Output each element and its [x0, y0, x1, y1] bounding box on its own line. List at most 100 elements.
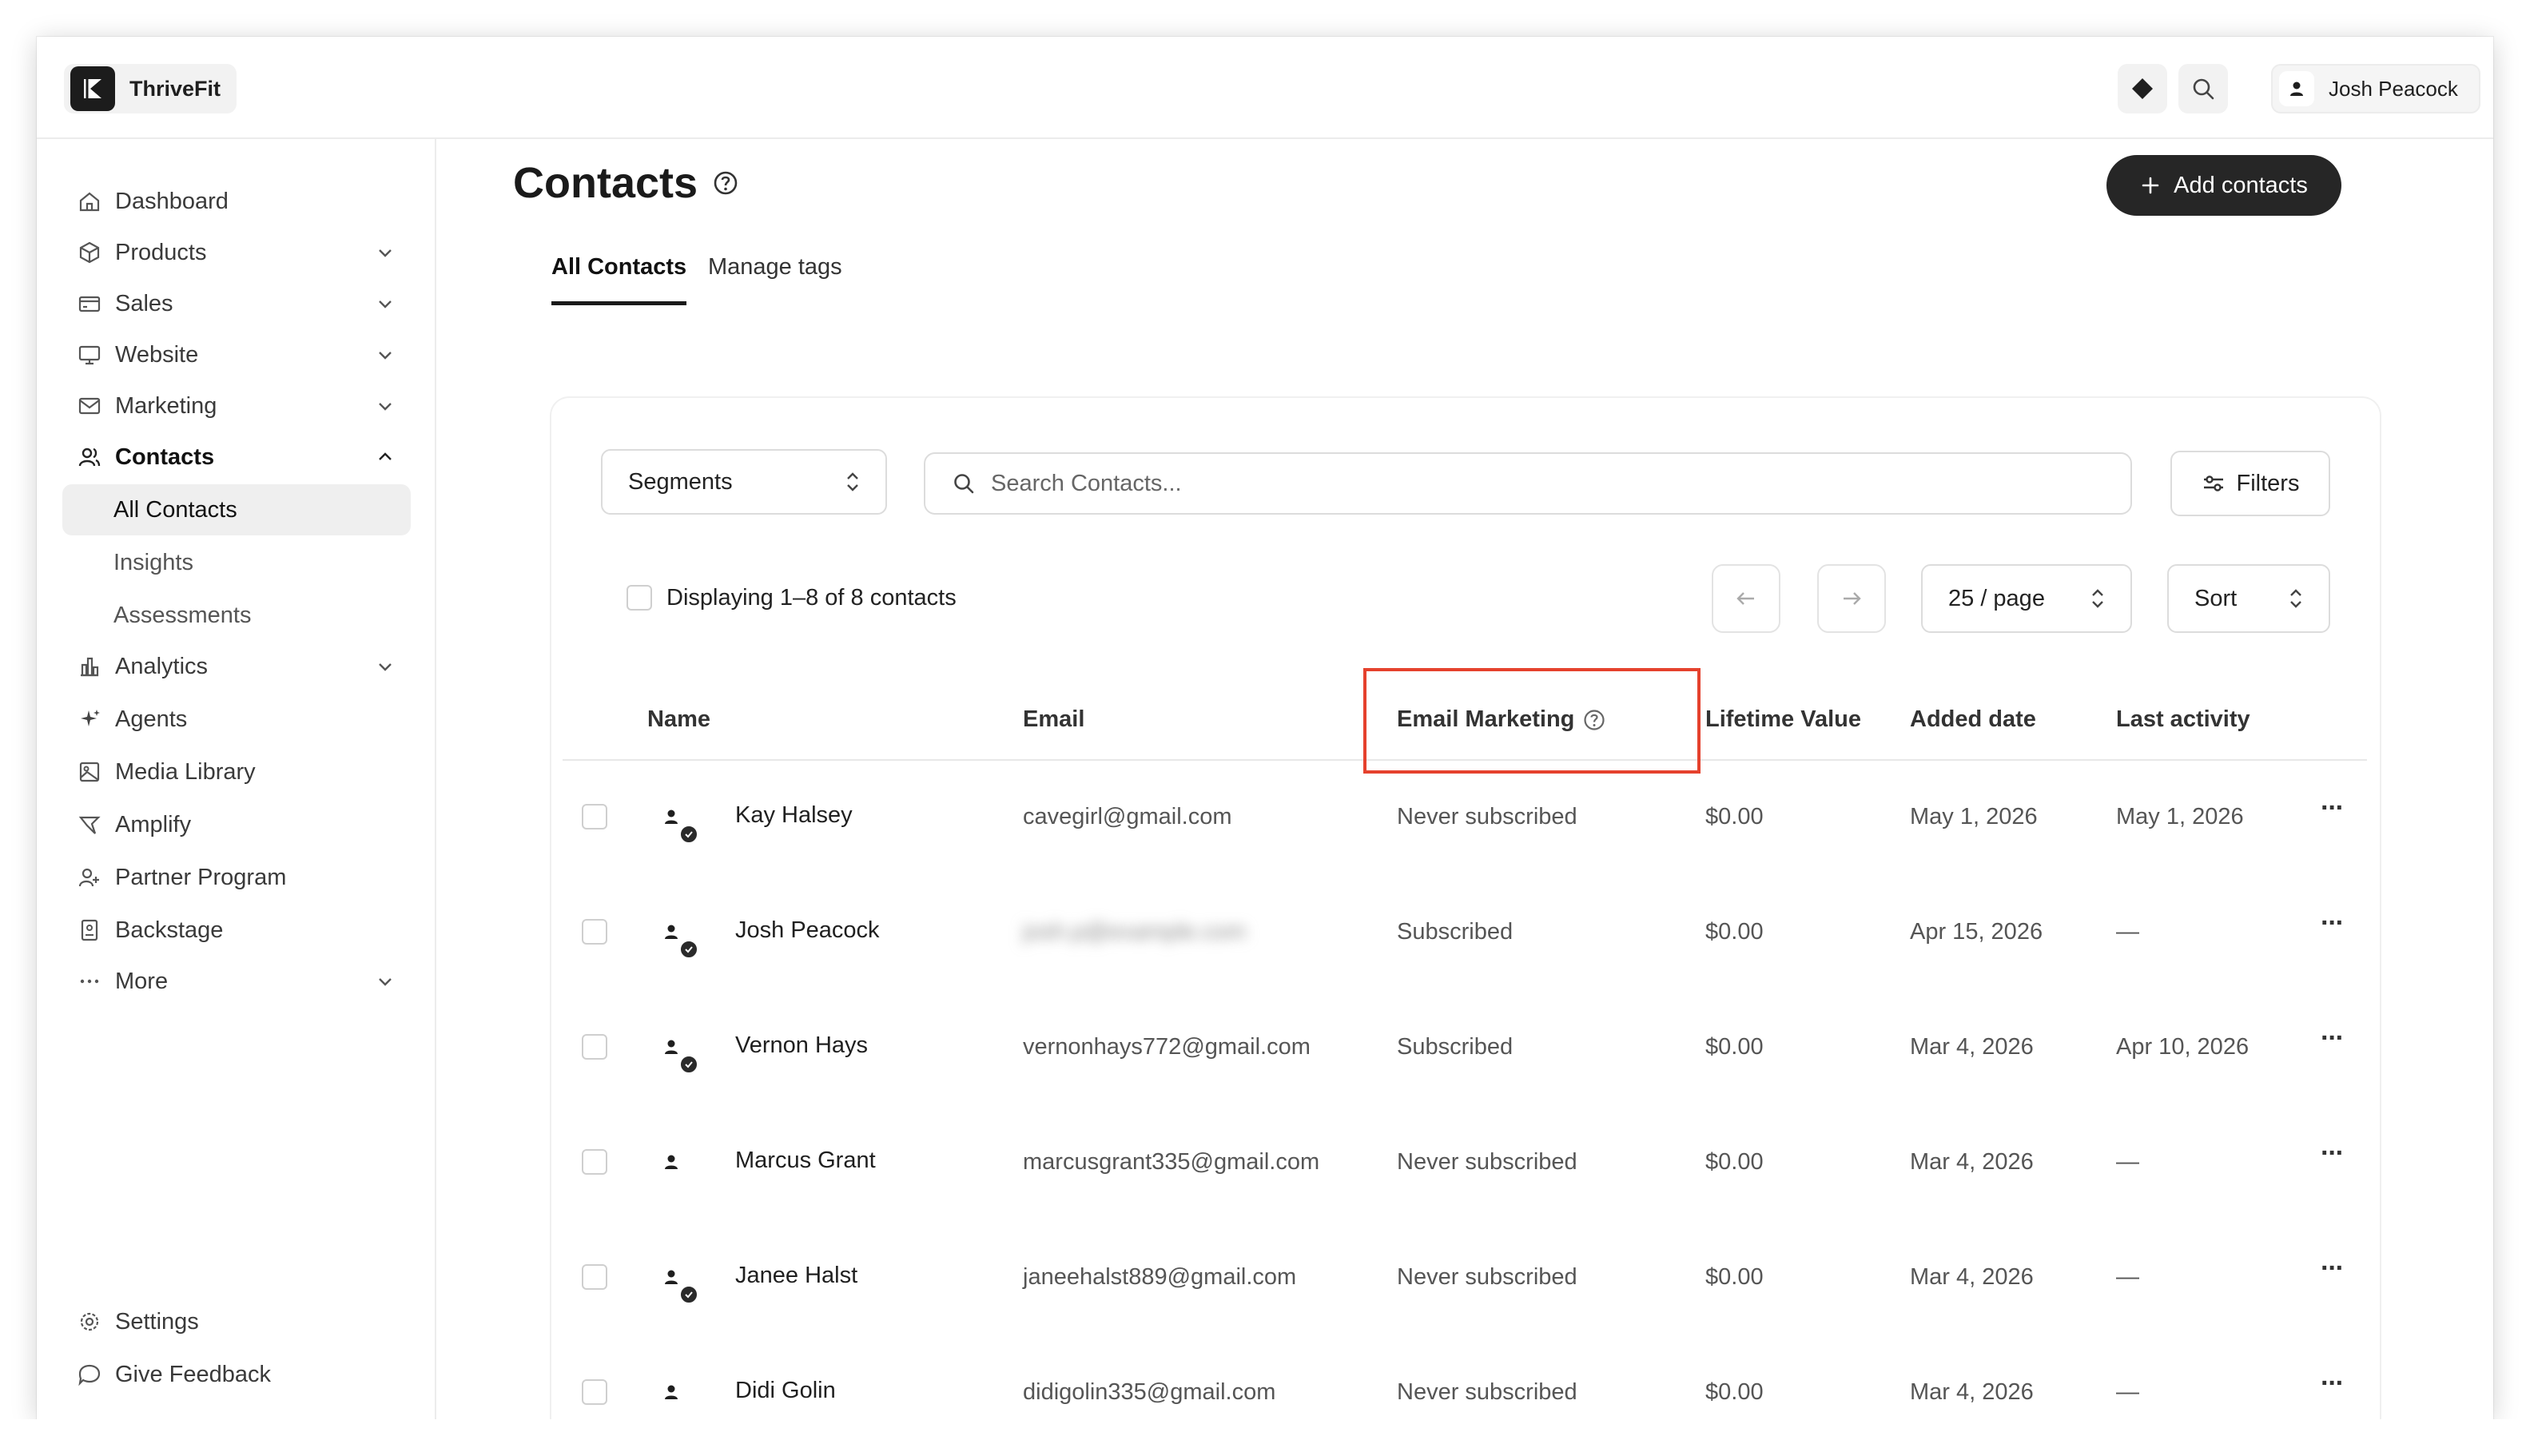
sidebar-item-label: Give Feedback: [115, 1361, 272, 1387]
brand-switcher[interactable]: ThriveFit: [64, 64, 237, 113]
search-button[interactable]: [2178, 64, 2228, 113]
row-checkbox[interactable]: [582, 1379, 607, 1405]
tab-all-contacts[interactable]: All Contacts: [551, 254, 687, 305]
sidebar-item-give-feedback[interactable]: Give Feedback: [62, 1349, 411, 1400]
arrow-right-icon: [1844, 592, 1861, 605]
select-all-checkbox[interactable]: [627, 585, 652, 611]
contact-name[interactable]: Janee Halst: [735, 1263, 857, 1289]
row-checkbox[interactable]: [582, 804, 607, 829]
last-activity: —: [2116, 1149, 2139, 1175]
bottom-margin: [0, 1419, 2530, 1456]
filters-button[interactable]: Filters: [2170, 451, 2330, 516]
verified-badge-icon: [679, 825, 698, 844]
column-header-email[interactable]: Email: [1023, 706, 1084, 733]
add-contacts-button[interactable]: Add contacts: [2106, 155, 2341, 216]
segments-label: Segments: [628, 468, 733, 495]
contact-name[interactable]: Vernon Hays: [735, 1032, 868, 1059]
row-checkbox[interactable]: [582, 1149, 607, 1175]
column-header-added-date[interactable]: Added date: [1910, 706, 2036, 733]
email-marketing-status: Never subscribed: [1397, 1149, 1577, 1175]
mail-icon: [75, 392, 104, 420]
contact-email: janeehalst889@gmail.com: [1023, 1264, 1297, 1290]
email-marketing-status: Never subscribed: [1397, 1379, 1577, 1405]
contact-name[interactable]: Josh Peacock: [735, 917, 880, 944]
sidebar-item-label: Partner Program: [115, 864, 287, 890]
user-avatar: [2279, 71, 2314, 106]
sidebar-item-label: All Contacts: [113, 496, 237, 523]
sidebar-item-all-contacts[interactable]: All Contacts: [62, 484, 411, 535]
sidebar-item-more[interactable]: More: [62, 956, 411, 1007]
row-actions-menu-icon[interactable]: ···: [2321, 1023, 2345, 1054]
sidebar-item-agents[interactable]: Agents: [62, 694, 411, 745]
chevron-up-icon: [379, 452, 392, 460]
diamond-button[interactable]: [2118, 64, 2167, 113]
sidebar-item-settings[interactable]: Settings: [62, 1296, 411, 1347]
sidebar-item-backstage[interactable]: Backstage: [62, 905, 411, 956]
contact-name[interactable]: Marcus Grant: [735, 1148, 876, 1174]
column-header-last-activity[interactable]: Last activity: [2116, 706, 2250, 733]
contact-name[interactable]: Kay Halsey: [735, 802, 853, 829]
sidebar-item-label: Assessments: [113, 602, 252, 628]
sidebar-item-amplify[interactable]: Amplify: [62, 799, 411, 850]
sidebar-item-media-library[interactable]: Media Library: [62, 746, 411, 798]
row-actions-menu-icon[interactable]: ···: [2321, 1138, 2345, 1169]
per-page-select[interactable]: 25 / page: [1921, 564, 2132, 633]
next-page-button[interactable]: [1817, 564, 1886, 633]
image-icon: [75, 758, 104, 786]
sidebar-item-marketing[interactable]: Marketing: [62, 380, 411, 432]
column-header-lifetime-value[interactable]: Lifetime Value: [1705, 706, 1861, 733]
sort-select[interactable]: Sort: [2167, 564, 2330, 633]
row-actions-menu-icon[interactable]: ···: [2321, 793, 2345, 824]
sidebar-item-sales[interactable]: Sales: [62, 278, 411, 329]
row-checkbox[interactable]: [582, 919, 607, 945]
people-icon: [75, 443, 104, 471]
row-checkbox[interactable]: [582, 1034, 607, 1060]
sidebar-item-insights[interactable]: Insights: [62, 537, 411, 588]
user-plus-icon: [75, 863, 104, 892]
sidebar-item-products[interactable]: Products: [62, 227, 411, 278]
person-icon: [665, 925, 678, 939]
arrow-left-icon: [1736, 592, 1754, 605]
up-down-chevron-icon: [2092, 589, 2103, 608]
contact-email: marcusgrant335@gmail.com: [1023, 1149, 1320, 1175]
highlight-annotation: [1363, 668, 1701, 774]
sidebar-item-label: Agents: [115, 706, 188, 732]
sidebar-item-label: Insights: [113, 549, 193, 575]
previous-page-button[interactable]: [1712, 564, 1780, 633]
sidebar-item-partner-program[interactable]: Partner Program: [62, 852, 411, 903]
displaying-count: Displaying 1–8 of 8 contacts: [666, 585, 957, 611]
lifetime-value: $0.00: [1705, 1034, 1764, 1060]
chevron-down-icon: [379, 249, 392, 257]
sidebar-item-label: Media Library: [115, 758, 256, 785]
email-marketing-status: Never subscribed: [1397, 1264, 1577, 1290]
ellipsis-icon: [75, 967, 104, 996]
search-input[interactable]: [991, 470, 2110, 497]
user-menu[interactable]: Josh Peacock: [2271, 64, 2480, 113]
search-contacts[interactable]: [924, 452, 2132, 515]
avatar: [649, 1024, 698, 1074]
added-date: Mar 4, 2026: [1910, 1149, 2034, 1175]
row-actions-menu-icon[interactable]: ···: [2321, 1368, 2345, 1399]
avatar: [649, 794, 698, 844]
top-bar: ThriveFit Josh Peacock: [37, 37, 2493, 139]
sparkle-icon: [75, 705, 104, 734]
brand-logo-icon: [70, 66, 115, 111]
segments-select[interactable]: Segments: [601, 449, 887, 515]
sidebar-item-assessments[interactable]: Assessments: [62, 590, 411, 641]
tab-manage-tags[interactable]: Manage tags: [708, 254, 842, 301]
chevron-down-icon: [379, 978, 392, 986]
person-icon: [665, 810, 678, 824]
sidebar-item-website[interactable]: Website: [62, 329, 411, 380]
sidebar-item-analytics[interactable]: Analytics: [62, 641, 411, 692]
sidebar-item-dashboard[interactable]: Dashboard: [62, 176, 411, 227]
column-header-name[interactable]: Name: [647, 706, 710, 733]
page-title-text: Contacts: [513, 159, 698, 207]
added-date: Mar 4, 2026: [1910, 1034, 2034, 1060]
row-checkbox[interactable]: [582, 1264, 607, 1290]
sidebar-item-contacts[interactable]: Contacts: [62, 432, 411, 483]
row-actions-menu-icon[interactable]: ···: [2321, 1253, 2345, 1284]
row-actions-menu-icon[interactable]: ···: [2321, 908, 2345, 939]
contact-name[interactable]: Didi Golin: [735, 1378, 836, 1404]
help-icon[interactable]: [712, 169, 739, 197]
monitor-icon: [75, 340, 104, 369]
